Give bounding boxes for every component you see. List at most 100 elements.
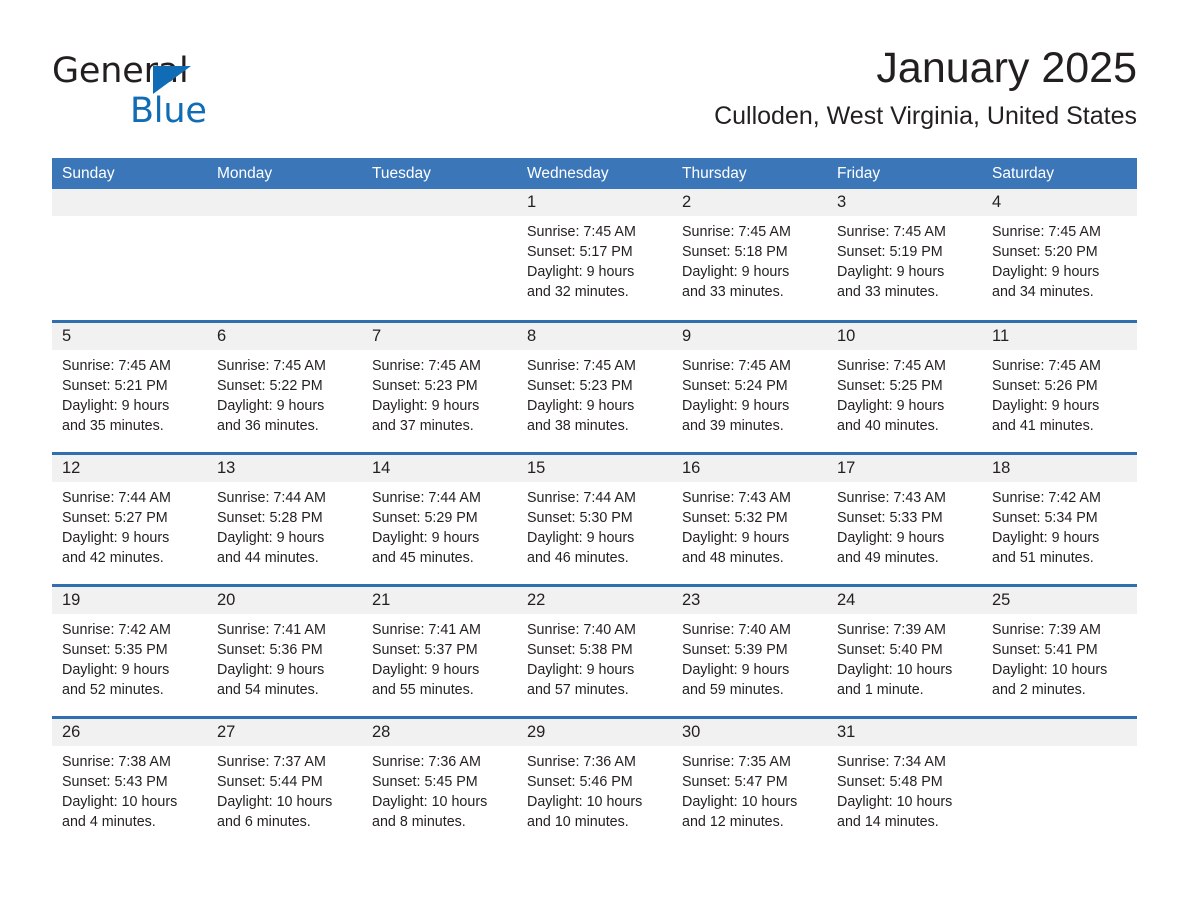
sunset-text: Sunset: 5:38 PM bbox=[527, 642, 633, 658]
day-cell-16[interactable]: 16 Sunrise: 7:43 AM Sunset: 5:32 PM Dayligh… bbox=[672, 455, 827, 584]
daylight-text-line1: Daylight: 10 hours bbox=[372, 794, 488, 810]
sunset-text: Sunset: 5:22 PM bbox=[217, 378, 323, 394]
day-number-band: 9 bbox=[672, 323, 827, 350]
day-cell-9[interactable]: 9 Sunrise: 7:45 AM Sunset: 5:24 PM Daylight… bbox=[672, 323, 827, 452]
day-cell-24[interactable]: 24 Sunrise: 7:39 AM Sunset: 5:40 PM Dayligh… bbox=[827, 587, 982, 716]
daylight-text-line2: and 2 minutes. bbox=[992, 682, 1086, 698]
day-cell-13[interactable]: 13 Sunrise: 7:44 AM Sunset: 5:28 PM Dayligh… bbox=[207, 455, 362, 584]
day-cell-14[interactable]: 14 Sunrise: 7:44 AM Sunset: 5:29 PM Dayligh… bbox=[362, 455, 517, 584]
sunset-text: Sunset: 5:25 PM bbox=[837, 378, 943, 394]
day-cell-6[interactable]: 6 Sunrise: 7:45 AM Sunset: 5:22 PM Daylight… bbox=[207, 323, 362, 452]
daylight-text-line1: Daylight: 10 hours bbox=[62, 794, 178, 810]
daylight-text-line2: and 32 minutes. bbox=[527, 284, 629, 300]
day-cell-21[interactable]: 21 Sunrise: 7:41 AM Sunset: 5:37 PM Dayligh… bbox=[362, 587, 517, 716]
day-cell-8[interactable]: 8 Sunrise: 7:45 AM Sunset: 5:23 PM Daylight… bbox=[517, 323, 672, 452]
day-cell-26[interactable]: 26 Sunrise: 7:38 AM Sunset: 5:43 PM Dayligh… bbox=[52, 719, 207, 848]
sunrise-text: Sunrise: 7:36 AM bbox=[527, 754, 636, 770]
day-number: 29 bbox=[527, 723, 546, 741]
day-cell-15[interactable]: 15 Sunrise: 7:44 AM Sunset: 5:30 PM Dayligh… bbox=[517, 455, 672, 584]
day-cell-1[interactable]: 1 Sunrise: 7:45 AM Sunset: 5:17 PM Daylight… bbox=[517, 189, 672, 320]
daylight-text-line1: Daylight: 9 hours bbox=[837, 264, 945, 280]
day-cell-17[interactable]: 17 Sunrise: 7:43 AM Sunset: 5:33 PM Dayligh… bbox=[827, 455, 982, 584]
day-cell-5[interactable]: 5 Sunrise: 7:45 AM Sunset: 5:21 PM Daylight… bbox=[52, 323, 207, 452]
day-cell-empty bbox=[362, 189, 517, 320]
weekday-header-thursday: Thursday bbox=[682, 165, 747, 182]
logo-text-blue: Blue bbox=[130, 91, 207, 131]
sunrise-text: Sunrise: 7:45 AM bbox=[217, 358, 326, 374]
day-number: 22 bbox=[527, 591, 546, 609]
day-cell-19[interactable]: 19 Sunrise: 7:42 AM Sunset: 5:35 PM Dayligh… bbox=[52, 587, 207, 716]
day-number-band: 17 bbox=[827, 455, 982, 482]
sunset-text: Sunset: 5:43 PM bbox=[62, 774, 168, 790]
sunset-text: Sunset: 5:32 PM bbox=[682, 510, 788, 526]
day-number-band: 10 bbox=[827, 323, 982, 350]
day-cell-7[interactable]: 7 Sunrise: 7:45 AM Sunset: 5:23 PM Daylight… bbox=[362, 323, 517, 452]
day-cell-3[interactable]: 3 Sunrise: 7:45 AM Sunset: 5:19 PM Daylight… bbox=[827, 189, 982, 320]
day-cell-20[interactable]: 20 Sunrise: 7:41 AM Sunset: 5:36 PM Dayligh… bbox=[207, 587, 362, 716]
day-number: 31 bbox=[837, 723, 856, 741]
sunset-text: Sunset: 5:48 PM bbox=[837, 774, 943, 790]
daylight-text-line1: Daylight: 10 hours bbox=[992, 662, 1108, 678]
daylight-text-line2: and 51 minutes. bbox=[992, 550, 1094, 566]
day-details: Sunrise: 7:45 AM Sunset: 5:25 PM Daylight:… bbox=[827, 350, 982, 436]
day-cell-4[interactable]: 4 Sunrise: 7:45 AM Sunset: 5:20 PM Daylight… bbox=[982, 189, 1137, 320]
day-number-band: 6 bbox=[207, 323, 362, 350]
day-number-band: 11 bbox=[982, 323, 1137, 350]
weekday-header-row: Sunday Monday Tuesday Wednesday Thursday Frid… bbox=[52, 158, 1137, 189]
day-details: Sunrise: 7:40 AM Sunset: 5:38 PM Daylight:… bbox=[517, 614, 672, 700]
sunrise-text: Sunrise: 7:41 AM bbox=[372, 622, 481, 638]
day-cell-11[interactable]: 11 Sunrise: 7:45 AM Sunset: 5:26 PM Dayligh… bbox=[982, 323, 1137, 452]
day-number-band: 24 bbox=[827, 587, 982, 614]
sunset-text: Sunset: 5:45 PM bbox=[372, 774, 478, 790]
day-number-band: 3 bbox=[827, 189, 982, 216]
day-cell-30[interactable]: 30 Sunrise: 7:35 AM Sunset: 5:47 PM Dayligh… bbox=[672, 719, 827, 848]
day-number-band: 28 bbox=[362, 719, 517, 746]
day-cell-23[interactable]: 23 Sunrise: 7:40 AM Sunset: 5:39 PM Dayligh… bbox=[672, 587, 827, 716]
sunset-text: Sunset: 5:28 PM bbox=[217, 510, 323, 526]
day-cell-2[interactable]: 2 Sunrise: 7:45 AM Sunset: 5:18 PM Daylight… bbox=[672, 189, 827, 320]
day-cell-29[interactable]: 29 Sunrise: 7:36 AM Sunset: 5:46 PM Dayligh… bbox=[517, 719, 672, 848]
sunset-text: Sunset: 5:23 PM bbox=[527, 378, 633, 394]
sunset-text: Sunset: 5:47 PM bbox=[682, 774, 788, 790]
day-number: 6 bbox=[217, 327, 227, 345]
day-cell-31[interactable]: 31 Sunrise: 7:34 AM Sunset: 5:48 PM Dayligh… bbox=[827, 719, 982, 848]
day-number: 25 bbox=[992, 591, 1011, 609]
page-title: January 2025 bbox=[876, 44, 1137, 92]
sunrise-text: Sunrise: 7:39 AM bbox=[992, 622, 1101, 638]
day-cell-empty bbox=[207, 189, 362, 320]
day-details: Sunrise: 7:45 AM Sunset: 5:17 PM Daylight:… bbox=[517, 216, 672, 302]
day-cell-22[interactable]: 22 Sunrise: 7:40 AM Sunset: 5:38 PM Dayligh… bbox=[517, 587, 672, 716]
daylight-text-line1: Daylight: 9 hours bbox=[527, 662, 635, 678]
daylight-text-line1: Daylight: 9 hours bbox=[837, 398, 945, 414]
day-number-band bbox=[362, 189, 517, 216]
daylight-text-line1: Daylight: 9 hours bbox=[372, 398, 480, 414]
day-number-band: 29 bbox=[517, 719, 672, 746]
daylight-text-line1: Daylight: 9 hours bbox=[527, 264, 635, 280]
daylight-text-line2: and 46 minutes. bbox=[527, 550, 629, 566]
page-subtitle: Culloden, West Virginia, United States bbox=[714, 102, 1137, 130]
day-details: Sunrise: 7:41 AM Sunset: 5:37 PM Daylight:… bbox=[362, 614, 517, 700]
day-details: Sunrise: 7:43 AM Sunset: 5:32 PM Daylight:… bbox=[672, 482, 827, 568]
day-cell-10[interactable]: 10 Sunrise: 7:45 AM Sunset: 5:25 PM Dayligh… bbox=[827, 323, 982, 452]
sunset-text: Sunset: 5:18 PM bbox=[682, 244, 788, 260]
daylight-text-line2: and 49 minutes. bbox=[837, 550, 939, 566]
daylight-text-line2: and 8 minutes. bbox=[372, 814, 466, 830]
day-cell-28[interactable]: 28 Sunrise: 7:36 AM Sunset: 5:45 PM Dayligh… bbox=[362, 719, 517, 848]
day-number: 27 bbox=[217, 723, 236, 741]
daylight-text-line1: Daylight: 9 hours bbox=[62, 398, 170, 414]
day-cell-12[interactable]: 12 Sunrise: 7:44 AM Sunset: 5:27 PM Dayligh… bbox=[52, 455, 207, 584]
sunrise-text: Sunrise: 7:45 AM bbox=[992, 358, 1101, 374]
sunset-text: Sunset: 5:33 PM bbox=[837, 510, 943, 526]
daylight-text-line1: Daylight: 9 hours bbox=[682, 662, 790, 678]
day-cell-25[interactable]: 25 Sunrise: 7:39 AM Sunset: 5:41 PM Dayligh… bbox=[982, 587, 1137, 716]
page-header: General Blue January 2025 Culloden, West… bbox=[52, 42, 1137, 150]
day-number-band bbox=[207, 189, 362, 216]
day-number: 3 bbox=[837, 193, 847, 211]
day-cell-18[interactable]: 18 Sunrise: 7:42 AM Sunset: 5:34 PM Dayligh… bbox=[982, 455, 1137, 584]
daylight-text-line1: Daylight: 9 hours bbox=[682, 530, 790, 546]
day-details: Sunrise: 7:36 AM Sunset: 5:45 PM Daylight:… bbox=[362, 746, 517, 832]
general-blue-logo[interactable]: General Blue bbox=[52, 50, 262, 131]
day-cell-27[interactable]: 27 Sunrise: 7:37 AM Sunset: 5:44 PM Dayligh… bbox=[207, 719, 362, 848]
daylight-text-line2: and 12 minutes. bbox=[682, 814, 784, 830]
day-number-band: 20 bbox=[207, 587, 362, 614]
